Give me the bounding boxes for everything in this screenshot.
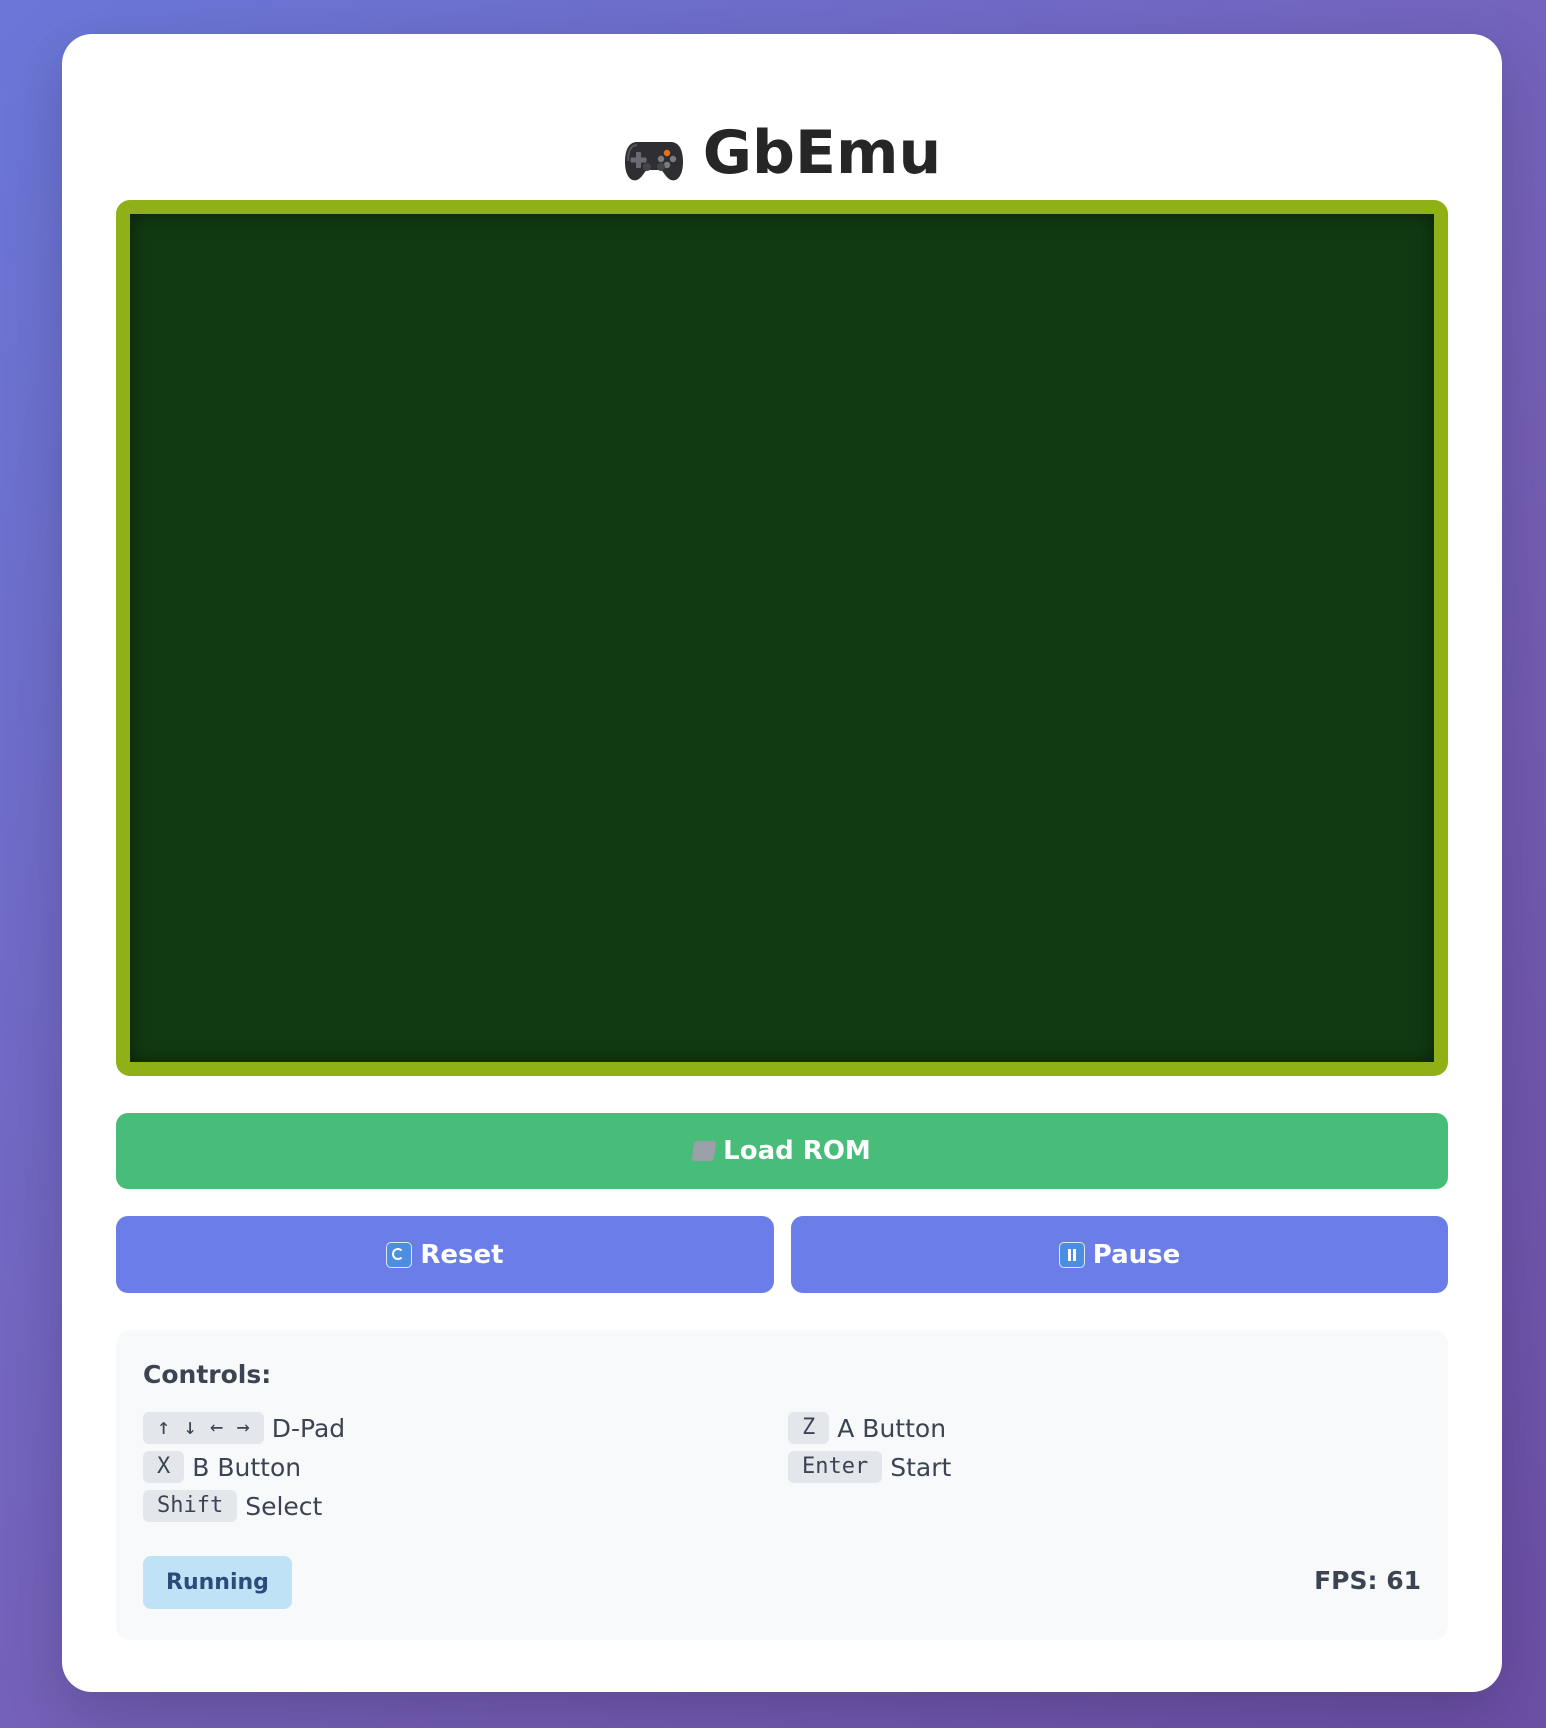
pause-label: Pause <box>1092 1239 1181 1270</box>
control-start: Enter Start <box>788 1451 951 1483</box>
reset-icon <box>386 1241 413 1268</box>
gamepad-icon <box>623 129 685 181</box>
app-title: GbEmu <box>702 118 942 188</box>
control-select: Shift Select <box>143 1490 322 1522</box>
control-label: Start <box>890 1452 952 1482</box>
control-a: Z A Button <box>788 1412 946 1444</box>
key-badge: Shift <box>143 1490 238 1522</box>
reset-label: Reset <box>420 1239 504 1270</box>
control-label: D-Pad <box>271 1413 346 1443</box>
controls-title: Controls: <box>143 1360 272 1389</box>
control-b: X B Button <box>143 1451 301 1483</box>
pause-icon <box>1058 1241 1085 1268</box>
pause-button[interactable]: Pause <box>791 1216 1448 1293</box>
control-label: Select <box>245 1491 323 1521</box>
key-badge: X <box>143 1451 185 1483</box>
page-title: GbEmu <box>62 118 1502 188</box>
key-badge: Z <box>788 1412 830 1444</box>
screen-frame <box>116 200 1448 1076</box>
fps-counter: FPS: 61 <box>1314 1566 1421 1595</box>
control-label: A Button <box>837 1413 947 1443</box>
reset-button[interactable]: Reset <box>116 1216 774 1293</box>
folder-icon <box>691 1141 717 1161</box>
status-badge: Running <box>143 1556 292 1609</box>
key-badge: Enter <box>788 1451 883 1483</box>
control-label: B Button <box>192 1452 302 1482</box>
key-badge: ↑ ↓ ← → <box>143 1412 264 1444</box>
emulator-card: GbEmu Load ROM Reset Pause Controls: ↑ ↓… <box>62 34 1502 1692</box>
controls-panel: Controls: ↑ ↓ ← → D-Pad Z A Button X B B… <box>116 1330 1448 1640</box>
load-rom-label: Load ROM <box>723 1136 871 1166</box>
emulator-screen[interactable] <box>130 214 1434 1062</box>
load-rom-button[interactable]: Load ROM <box>116 1113 1448 1189</box>
control-dpad: ↑ ↓ ← → D-Pad <box>143 1412 345 1444</box>
